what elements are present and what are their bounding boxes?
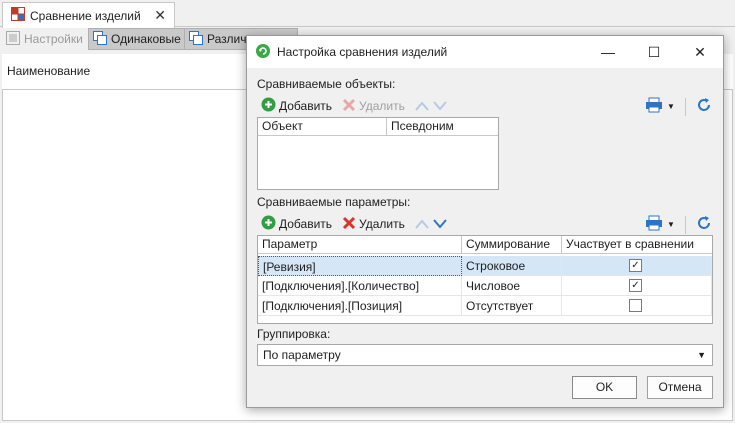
move-down-icon[interactable] [433,219,447,229]
ok-button[interactable]: OK [572,376,637,399]
minimize-icon: — [601,44,615,60]
add-label: Добавить [279,99,333,113]
params-col-sum[interactable]: Суммирование [462,236,562,254]
table-row-param[interactable]: [Подключения].[Позиция] [258,296,462,316]
chevron-down-icon: ▼ [697,350,706,360]
remove-label: Удалить [359,99,405,113]
table-row-sum[interactable]: Отсутствует [462,296,562,316]
objects-col-alias[interactable]: Псевдоним [387,118,498,136]
grouping-value: По параметру [263,348,341,362]
add-icon [261,215,276,233]
objects-toolbar: Добавить Удалить [261,97,447,115]
move-up-icon[interactable] [415,101,429,111]
divider [684,215,686,234]
dialog-titlebar: Настройка сравнения изделий — ☐ ✕ [247,36,723,68]
add-label: Добавить [279,217,333,231]
identical-label: Одинаковые [111,32,181,46]
close-button[interactable]: ✕ [677,36,723,68]
print-icon[interactable] [645,97,663,116]
close-icon: ✕ [694,43,706,60]
table-row-included[interactable] [562,296,712,316]
add-param-button[interactable]: Добавить [261,215,332,233]
maximize-icon: ☐ [647,43,661,60]
tab-compare-items[interactable]: Сравнение изделий ✕ [2,2,175,28]
settings-button[interactable]: Настройки [2,28,87,50]
maximize-button[interactable]: ☐ [631,36,677,68]
table-row-param[interactable]: [Подключения].[Количество] [258,276,462,296]
remove-icon [342,216,356,233]
cancel-button[interactable]: Отмена [647,376,713,399]
table-row-included[interactable]: ✓ [562,276,712,296]
objects-right-tools: ▼ [645,97,712,116]
included-checkbox[interactable] [629,299,642,312]
settings-label: Настройки [24,32,83,46]
different-icon [189,30,203,48]
objects-grid[interactable]: Объект Псевдоним [257,117,499,190]
chevron-down-icon[interactable]: ▼ [667,220,675,229]
identical-button[interactable]: Одинаковые [88,28,186,50]
settings-icon [6,30,20,48]
refresh-app-icon [255,43,271,62]
remove-label: Удалить [359,217,405,231]
included-checkbox[interactable]: ✓ [629,259,642,272]
minimize-button[interactable]: — [585,36,631,68]
dialog-title: Настройка сравнения изделий [277,45,448,59]
params-label: Сравниваемые параметры: [257,195,411,209]
params-grid[interactable]: Параметр Суммирование Участвует в сравне… [257,235,713,324]
remove-object-button[interactable]: Удалить [342,98,405,115]
included-checkbox[interactable]: ✓ [629,279,642,292]
params-col-included[interactable]: Участвует в сравнении [562,236,712,254]
table-row-sum[interactable]: Числовое [462,276,562,296]
params-toolbar: Добавить Удалить [261,215,447,233]
compare-settings-dialog: Настройка сравнения изделий — ☐ ✕ Сравни… [246,35,724,408]
objects-col-object[interactable]: Объект [258,118,387,136]
params-col-param[interactable]: Параметр [258,236,462,254]
move-down-icon[interactable] [433,101,447,111]
chevron-down-icon[interactable]: ▼ [667,102,675,111]
add-icon [261,97,276,115]
grouping-select[interactable]: По параметру ▼ [257,344,713,366]
identical-icon [93,30,107,48]
table-row-param[interactable]: [Ревизия] [258,256,462,276]
table-row-sum[interactable]: Строковое [462,256,562,276]
grouping-label: Группировка: [257,327,331,341]
move-up-icon[interactable] [415,219,429,229]
remove-param-button[interactable]: Удалить [342,216,405,233]
refresh-icon[interactable] [696,97,712,116]
table-row-included[interactable]: ✓ [562,256,712,276]
different-label: Различ [207,32,247,46]
divider [684,97,686,116]
params-right-tools: ▼ [645,215,712,234]
tab-label: Сравнение изделий [30,8,141,23]
remove-icon [342,98,356,115]
close-icon[interactable]: ✕ [154,7,166,24]
refresh-icon[interactable] [696,215,712,234]
add-object-button[interactable]: Добавить [261,97,332,115]
print-icon[interactable] [645,215,663,234]
compare-grid-icon [11,7,25,24]
column-name-header: Наименование [7,64,91,78]
objects-label: Сравниваемые объекты: [257,77,396,91]
